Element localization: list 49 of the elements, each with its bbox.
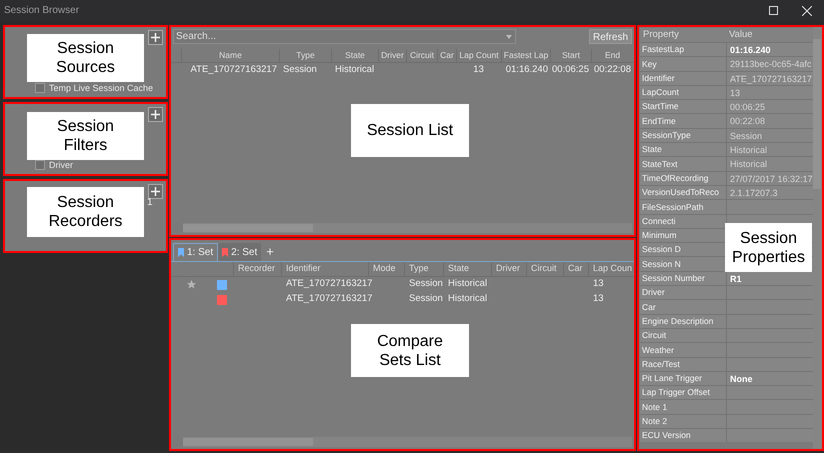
property-name: Key xyxy=(641,58,658,70)
property-name: Note 2 xyxy=(641,414,668,428)
property-name: TimeOfRecording xyxy=(641,172,710,185)
property-name: Identifier xyxy=(641,72,676,85)
property-name: Minimum xyxy=(641,229,678,242)
table-cell-text: 13 xyxy=(592,292,605,306)
property-name: StateText xyxy=(641,158,678,170)
table-cell-text: Historical xyxy=(447,292,488,306)
property-name: Engine Description xyxy=(641,314,714,328)
property-name: ECU Version xyxy=(641,429,692,442)
property-name: Session Number xyxy=(641,272,706,285)
table-cell-text: Session xyxy=(282,63,318,78)
table-cell-text: 01:16.240 xyxy=(504,63,549,78)
table-cell-text: Session xyxy=(408,292,443,306)
window-title: Session Browser xyxy=(4,4,80,18)
table-cell-text: 00:06:25 xyxy=(551,63,590,78)
table-cell-text: Session xyxy=(408,277,443,292)
table-cell-text: ATE_170727163217 xyxy=(190,63,278,78)
property-name: SessionType xyxy=(641,129,692,142)
annotation-tooltip: Session List xyxy=(351,104,469,157)
property-name: Weather xyxy=(641,344,675,356)
property-name: EndTime xyxy=(641,114,677,128)
annotation-tooltip: Session Properties xyxy=(725,223,812,272)
property-name: State xyxy=(641,143,663,156)
property-name: Lap Trigger Offset xyxy=(641,386,711,400)
annotation-tooltip: Compare Sets List xyxy=(351,324,469,377)
annotation-tooltip: Session Filters xyxy=(27,112,144,160)
property-name: VersionUsedToReco xyxy=(641,186,720,199)
property-name: Driver xyxy=(641,286,666,300)
property-name: StartTime xyxy=(641,100,680,114)
annotation-tooltip: Session Recorders xyxy=(27,187,144,237)
property-name: FileSessionPath xyxy=(641,200,704,214)
property-name: Race/Test xyxy=(641,358,681,371)
property-name: Session D xyxy=(641,243,682,256)
property-name: Note 1 xyxy=(641,400,668,414)
property-name: Pit Lane Trigger xyxy=(641,372,704,385)
property-name: Circuit xyxy=(641,329,668,342)
property-name: LapCount xyxy=(641,86,680,99)
table-cell-text: 00:22:08 xyxy=(593,63,632,78)
recorder-count: 1 xyxy=(147,196,153,210)
property-name: Session N xyxy=(641,258,682,270)
property-name: FastestLap xyxy=(641,43,686,56)
table-cell-text: Historical xyxy=(447,277,488,292)
annotation-tooltip: Session Sources xyxy=(27,34,144,82)
property-name: Car xyxy=(641,300,657,314)
property-name: Connecti xyxy=(641,214,677,228)
table-cell-text: 13 xyxy=(472,63,485,78)
table-cell-text: 13 xyxy=(592,277,605,292)
table-cell-text: Historical xyxy=(334,63,376,78)
